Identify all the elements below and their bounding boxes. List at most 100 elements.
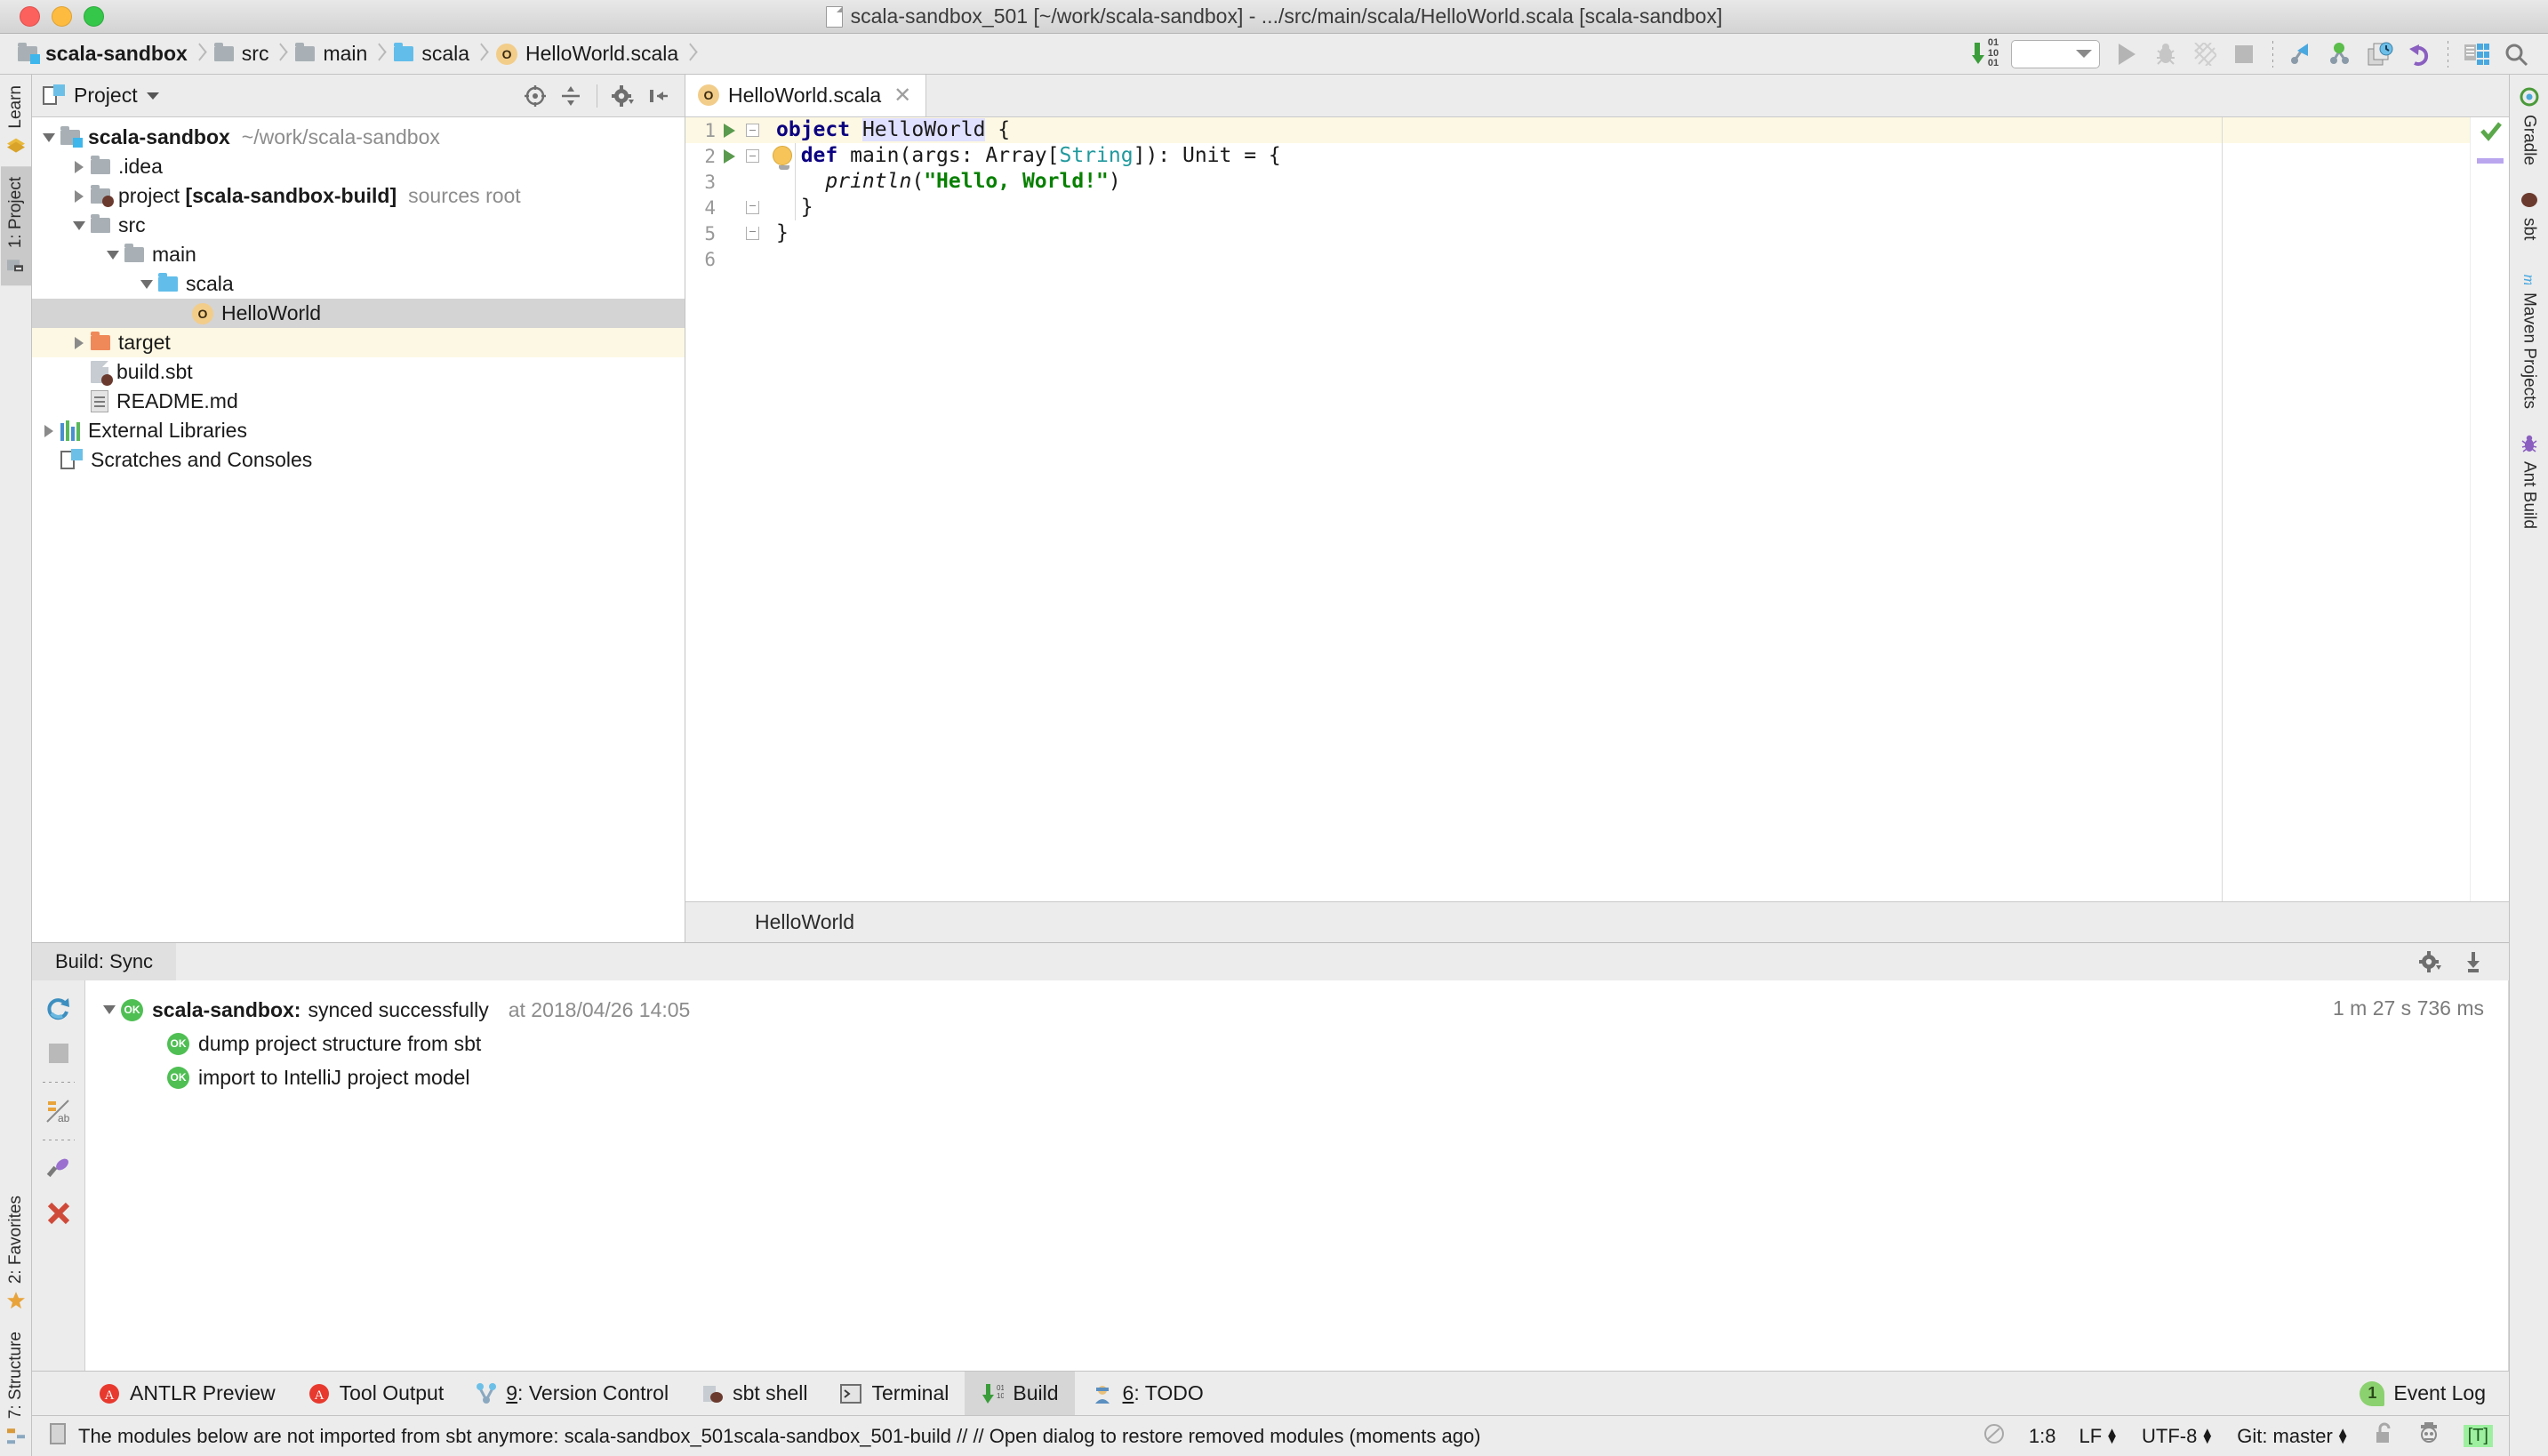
build-scrollbar[interactable] [2508, 980, 2509, 1371]
bottom-tab-version-control[interactable]: 9: Version Control [460, 1372, 685, 1416]
close-window-button[interactable] [20, 6, 40, 27]
tree-node-external-libraries[interactable]: External Libraries [32, 416, 685, 445]
fold-end-icon[interactable] [742, 227, 762, 240]
lightbulb-icon[interactable] [773, 146, 796, 169]
run-line-marker-icon[interactable] [716, 124, 742, 138]
unlocked-icon[interactable] [2373, 1422, 2394, 1451]
bottom-tab-tool-output[interactable]: A Tool Output [292, 1372, 461, 1416]
twisty-down-icon[interactable] [101, 251, 124, 260]
twisty-right-icon[interactable] [68, 190, 91, 203]
coverage-button[interactable] [2185, 36, 2224, 72]
tree-node-scratches-and-consoles[interactable]: Scratches and Consoles [32, 445, 685, 475]
tree-node-main[interactable]: main [32, 240, 685, 269]
twisty-right-icon[interactable] [68, 337, 91, 349]
zoom-window-button[interactable] [84, 6, 104, 27]
vcs-branch-widget[interactable]: Git: master ▲▼ [2237, 1425, 2349, 1448]
event-log-group[interactable]: 1 Event Log [2360, 1381, 2509, 1406]
sidebar-item-maven-projects[interactable]: m Maven Projects [2512, 252, 2546, 421]
code-lines[interactable]: object HelloWorld { def main(args: Array… [773, 117, 2470, 901]
export-build-log-button[interactable] [2457, 946, 2489, 978]
stop-button[interactable] [2224, 36, 2264, 72]
typing-badge[interactable]: [T] [2464, 1425, 2493, 1447]
build-settings-button[interactable] [2415, 946, 2447, 978]
commit-button[interactable] [2321, 36, 2360, 72]
minimize-window-button[interactable] [52, 6, 72, 27]
build-tab-sync[interactable]: Build: Sync [32, 943, 176, 980]
run-button[interactable] [2107, 36, 2146, 72]
green-check-icon[interactable] [2480, 121, 2502, 142]
close-button[interactable] [43, 1197, 75, 1229]
breadcrumb-item-scala[interactable]: scala [389, 42, 471, 66]
status-message[interactable]: The modules below are not imported from … [78, 1425, 1481, 1448]
window-controls[interactable] [0, 6, 104, 27]
line-separator-selector[interactable]: LF ▲▼ [2079, 1425, 2119, 1448]
run-configurations-select[interactable] [2011, 40, 2100, 68]
error-stripe-marker-bar[interactable] [2470, 117, 2509, 901]
pin-tab-button[interactable] [43, 1153, 75, 1185]
tree-node-build-sbt[interactable]: build.sbt [32, 357, 685, 387]
sidebar-item-learn[interactable]: Learn [1, 75, 31, 166]
inspection-icon[interactable] [1983, 1422, 2006, 1451]
toggle-soft-wrap-button[interactable]: ab [43, 1095, 75, 1127]
breadcrumb-item-scala-sandbox[interactable]: scala-sandbox [12, 42, 189, 66]
bottom-tab-terminal[interactable]: Terminal [823, 1372, 965, 1416]
collapse-all-button[interactable] [556, 81, 586, 111]
build-child-row[interactable]: OK dump project structure from sbt [85, 1027, 2509, 1060]
debug-button[interactable] [2146, 36, 2185, 72]
chevron-down-icon[interactable] [147, 92, 159, 100]
twisty-right-icon[interactable] [37, 425, 60, 437]
bottom-tab-todo[interactable]: 6: TODO [1075, 1372, 1220, 1416]
tree-node-src[interactable]: src [32, 211, 685, 240]
stop-build-button[interactable] [43, 1037, 75, 1069]
breadcrumb-item-main[interactable]: main [290, 42, 369, 66]
tree-node-readme-md[interactable]: README.md [32, 387, 685, 416]
sidebar-item-ant-build[interactable]: Ant Build [2512, 421, 2546, 541]
tree-node-project-build[interactable]: project [scala-sandbox-build] sources ro… [32, 181, 685, 211]
editor-breadcrumb-bar[interactable]: HelloWorld [685, 901, 2509, 942]
rollback-button[interactable] [2400, 36, 2439, 72]
bottom-tab-build[interactable]: 0110 Build [965, 1372, 1074, 1416]
hector-icon[interactable] [2417, 1421, 2440, 1452]
twisty-down-icon[interactable] [135, 280, 158, 289]
caret-position[interactable]: 1:8 [2029, 1425, 2056, 1448]
bottom-tab-sbt-shell[interactable]: sbt shell [685, 1372, 823, 1416]
twisty-right-icon[interactable] [68, 161, 91, 173]
editor-tab-helloworld-scala[interactable]: O HelloWorld.scala ✕ [685, 74, 926, 116]
update-project-button[interactable] [2282, 36, 2321, 72]
editor-gutter[interactable]: 1 2 3 [685, 117, 773, 901]
vcs-history-button[interactable] [2360, 36, 2400, 72]
breadcrumb-item-helloworld-scala[interactable]: O HelloWorld.scala [491, 42, 680, 66]
breadcrumb-item-src[interactable]: src [209, 42, 271, 66]
sidebar-item-gradle[interactable]: Gradle [2512, 75, 2546, 178]
build-child-row[interactable]: OK import to IntelliJ project model [85, 1060, 2509, 1094]
fold-marker-icon[interactable] [742, 149, 762, 163]
code-area[interactable]: 1 2 3 [685, 117, 2509, 901]
tree-node-helloworld[interactable]: O HelloWorld [32, 299, 685, 328]
tree-node-scala[interactable]: scala [32, 269, 685, 299]
close-icon[interactable]: ✕ [893, 83, 911, 108]
build-output-tree[interactable]: OK scala-sandbox: synced successfully at… [85, 980, 2509, 1371]
scroll-from-source-button[interactable] [520, 81, 550, 111]
fold-marker-icon[interactable] [742, 124, 762, 137]
fold-end-icon[interactable] [742, 201, 762, 214]
build-root-row[interactable]: OK scala-sandbox: synced successfully at… [85, 993, 2509, 1027]
hide-panel-button[interactable] [644, 81, 674, 111]
project-tree[interactable]: scala-sandbox ~/work/scala-sandbox .idea… [32, 117, 685, 942]
sidebar-item-project[interactable]: 1: Project [1, 166, 31, 285]
encoding-selector[interactable]: UTF-8 ▲▼ [2142, 1425, 2214, 1448]
rerun-sync-button[interactable] [43, 993, 75, 1025]
tree-node-idea[interactable]: .idea [32, 152, 685, 181]
search-everywhere-button[interactable] [2496, 36, 2536, 72]
run-line-marker-icon[interactable] [716, 149, 742, 164]
tree-node-scala-sandbox[interactable]: scala-sandbox ~/work/scala-sandbox [32, 123, 685, 152]
panel-settings-button[interactable] [608, 81, 638, 111]
twisty-down-icon[interactable] [37, 133, 60, 142]
twisty-down-icon[interactable] [68, 221, 91, 230]
sidebar-item-favorites[interactable]: 2: Favorites [1, 1185, 31, 1321]
twisty-down-icon[interactable] [98, 1005, 121, 1014]
changed-lines-marker[interactable] [2477, 158, 2504, 164]
sidebar-item-sbt[interactable]: sbt [2512, 178, 2546, 252]
sidebar-item-structure[interactable]: 7: Structure [1, 1321, 31, 1456]
settings-button[interactable] [2457, 36, 2496, 72]
bottom-tab-antlr-preview[interactable]: A ANTLR Preview [82, 1372, 292, 1416]
